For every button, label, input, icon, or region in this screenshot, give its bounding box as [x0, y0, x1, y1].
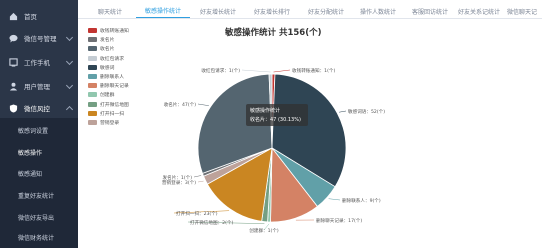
pie-label-line	[273, 69, 291, 73]
pie-label-line	[197, 103, 209, 106]
pie-label-line	[339, 110, 347, 113]
pie-label: 收名片：47(个)	[164, 101, 197, 108]
tooltip-text: 收名片：47 (30.13%)	[250, 116, 301, 123]
pie-label: 打开微信地图：2(个)	[190, 219, 233, 226]
pie-label-line	[193, 175, 202, 178]
chart-tooltip: 敏感操作统计收名片：47 (30.13%)	[246, 104, 308, 126]
pie-label: 删除聊天记录：17(个)	[316, 217, 362, 224]
pie-chart: 收钱转账通知：1(个) 敏感词语：52(个) 删除联系人：9(个) 删除聊天记录：17…	[162, 67, 385, 234]
pie-label-line	[328, 198, 341, 201]
pie-label: 收钱转账通知：1(个)	[292, 67, 335, 74]
pie-label: 删除联系人：9(个)	[342, 197, 381, 204]
pie-label-line	[241, 69, 271, 73]
pie-label: 创建群：1(个)	[249, 227, 279, 234]
pie-label: 打开扫一扫：23(个)	[176, 210, 218, 217]
pie-label: 敏感词语：52(个)	[348, 108, 385, 115]
pie-label: 收红包请求：1(个)	[201, 67, 240, 74]
pie-label-line	[197, 180, 204, 183]
pie-label: 发名片：1(个)	[163, 174, 193, 181]
tooltip-title: 敏感操作统计	[250, 107, 280, 114]
